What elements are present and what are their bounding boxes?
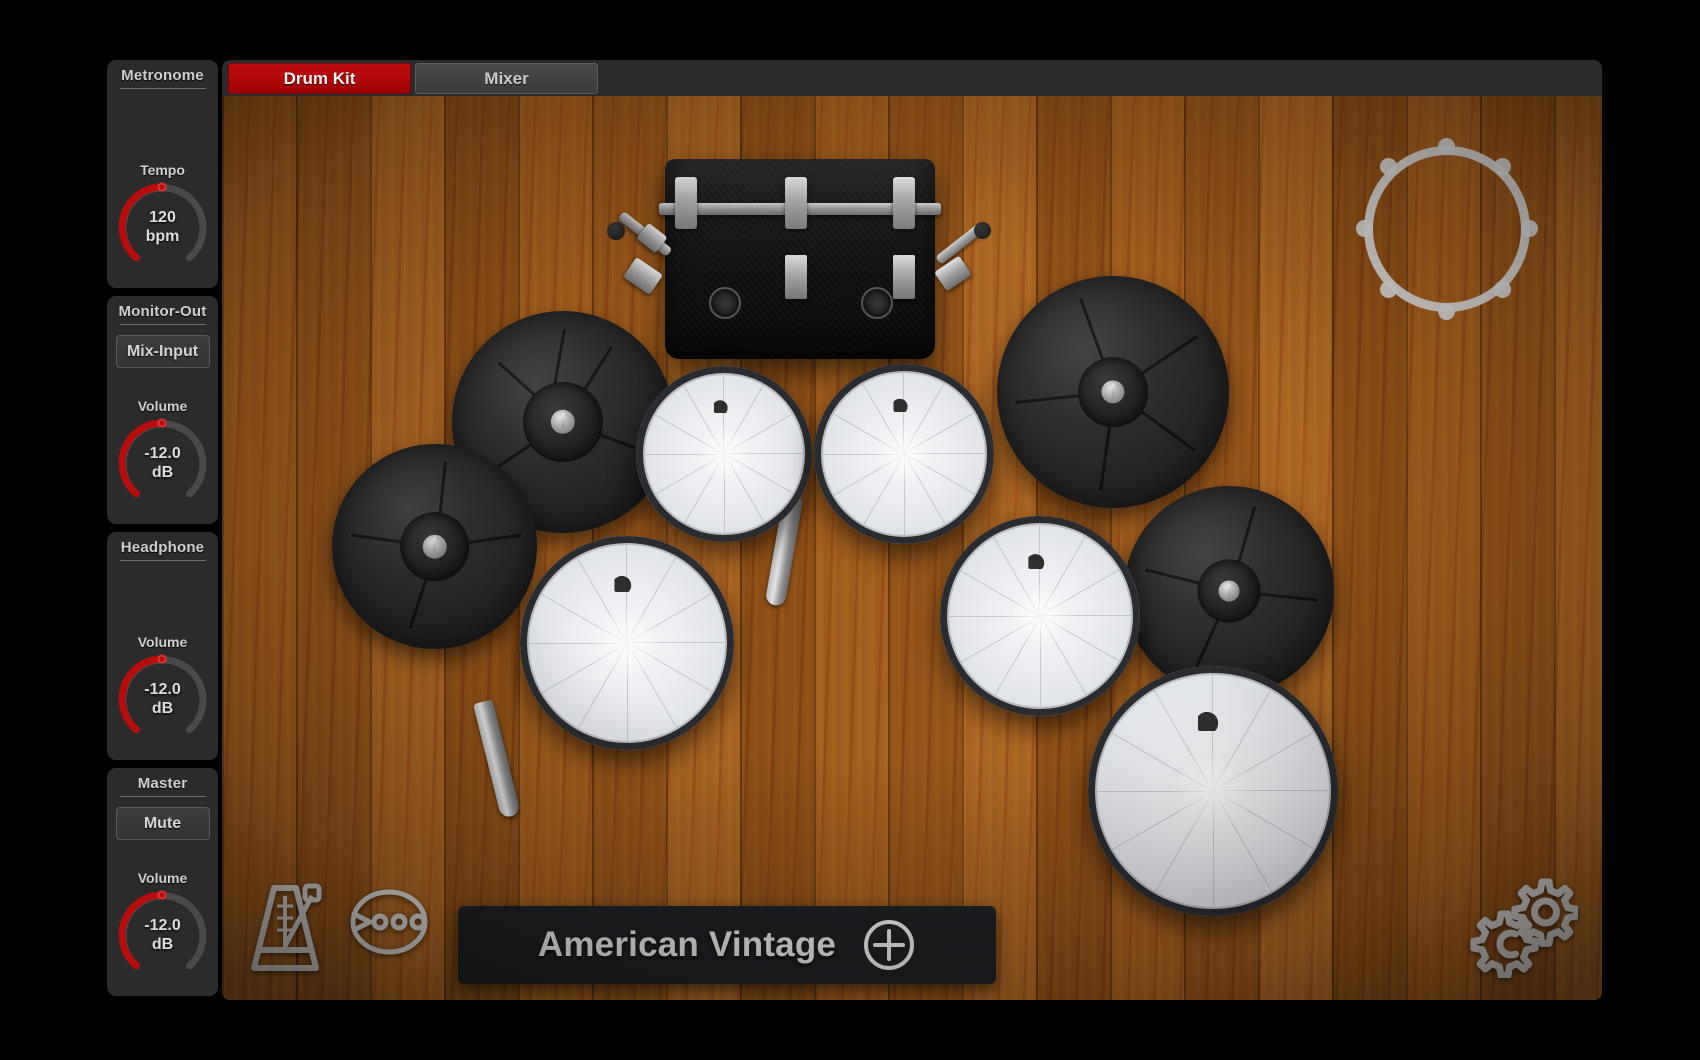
panel-title-metronome: Metronome xyxy=(121,67,204,84)
knob-dial-monitor-volume[interactable]: -12.0 dB xyxy=(115,415,211,511)
mix-input-button[interactable]: Mix-Input xyxy=(115,335,210,368)
panel-monitor-out: Monitor-Out Mix-Input Volume -12.0 dB xyxy=(107,296,218,524)
knob-dial-tempo[interactable]: 120 bpm xyxy=(115,179,211,275)
knob-tempo[interactable]: Tempo 120 bpm xyxy=(113,162,213,278)
tom-drum-right[interactable] xyxy=(814,364,994,544)
panel-divider xyxy=(119,88,206,89)
arm-tip-knob xyxy=(607,222,625,240)
empty-pad-lug xyxy=(1438,303,1455,320)
mute-button[interactable]: Mute xyxy=(115,807,210,840)
knob-arc-svg xyxy=(118,890,206,970)
kit-selector-bar[interactable]: American Vintage xyxy=(458,906,996,984)
drum-hoop xyxy=(636,366,812,542)
tom-drum-floor-mid[interactable] xyxy=(940,516,1140,716)
empty-pad-slot[interactable] xyxy=(1356,138,1538,320)
app-window: Metronome Tempo 120 bpm Monitor-Out Mix-… xyxy=(0,0,1700,1060)
drum-hoop xyxy=(814,364,994,544)
panel-title-master: Master xyxy=(137,775,188,792)
panel-metronome: Metronome Tempo 120 bpm xyxy=(107,60,218,288)
empty-pad-lug xyxy=(1380,158,1397,175)
cymbal-arm-clamp xyxy=(623,257,663,295)
drum-kit-stage: American Vintage xyxy=(222,96,1602,1000)
knob-arc-svg xyxy=(118,654,206,734)
metronome-icon[interactable] xyxy=(244,880,326,978)
tab-mixer[interactable]: Mixer xyxy=(415,63,598,94)
bass-drum-lug-body xyxy=(785,255,807,299)
drum-hoop xyxy=(520,536,734,750)
knob-headphone-volume[interactable]: Volume -12.0 dB xyxy=(113,634,213,750)
sidebar: Metronome Tempo 120 bpm Monitor-Out Mix-… xyxy=(107,60,218,1000)
bass-drum-badge xyxy=(861,287,893,319)
knob-label-monitor-volume: Volume xyxy=(137,398,188,414)
empty-pad-lug xyxy=(1380,281,1397,298)
bass-drum-lug xyxy=(785,177,807,229)
knob-label-headphone-volume: Volume xyxy=(137,634,188,650)
cymbal-groove xyxy=(552,328,566,391)
drum-hoop xyxy=(940,516,1140,716)
cymbal-bolt xyxy=(422,534,447,559)
knob-monitor-volume[interactable]: Volume -12.0 dB xyxy=(113,398,213,514)
empty-pad-lug xyxy=(1356,220,1373,237)
bass-drum-lug xyxy=(675,177,697,229)
bass-drum-badge xyxy=(709,287,741,319)
main-window: Drum Kit Mixer American Vintage xyxy=(222,60,1602,1000)
plus-circle-icon[interactable] xyxy=(862,918,916,972)
panel-headphone: Headphone Volume -12.0 dB xyxy=(107,532,218,760)
empty-pad-lug xyxy=(1494,281,1511,298)
drum-stand-leg xyxy=(473,699,521,819)
tab-drum-kit[interactable]: Drum Kit xyxy=(228,63,411,94)
panel-master: Master Mute Volume -12.0 dB xyxy=(107,768,218,996)
knob-arc-svg xyxy=(118,418,206,498)
bass-drum[interactable] xyxy=(659,159,941,359)
cymbal-pad-hihat-left[interactable] xyxy=(332,444,537,649)
knob-master-volume[interactable]: Volume -12.0 dB xyxy=(113,870,213,986)
arm-tip-knob xyxy=(974,222,991,239)
bass-drum-lug xyxy=(893,177,915,229)
cymbal-pad-crash-right[interactable] xyxy=(997,276,1229,508)
panel-divider xyxy=(119,560,206,561)
empty-pad-lug xyxy=(1438,138,1455,155)
settings-gears-icon[interactable] xyxy=(1468,874,1580,979)
cymbal-bolt xyxy=(1218,580,1240,602)
tom-drum-left[interactable] xyxy=(636,366,812,542)
knob-arc-svg xyxy=(118,182,206,262)
knob-dial-headphone-volume[interactable]: -12.0 dB xyxy=(115,651,211,747)
knob-dial-master-volume[interactable]: -12.0 dB xyxy=(115,887,211,983)
drum-hoop xyxy=(1088,666,1338,916)
tab-bar: Drum Kit Mixer xyxy=(222,60,1602,96)
panel-divider xyxy=(119,324,206,325)
empty-pad-lug xyxy=(1521,220,1538,237)
tom-drum-floor-right[interactable] xyxy=(1088,666,1338,916)
loop-playback-icon[interactable] xyxy=(344,886,434,958)
snare-drum[interactable] xyxy=(520,536,734,750)
knob-label-tempo: Tempo xyxy=(140,162,185,178)
panel-title-headphone: Headphone xyxy=(120,539,205,556)
knob-label-master-volume: Volume xyxy=(137,870,188,886)
panel-divider xyxy=(119,796,206,797)
bass-drum-lug-body xyxy=(893,255,915,299)
kit-name-label: American Vintage xyxy=(537,925,837,964)
panel-title-monitor-out: Monitor-Out xyxy=(118,303,207,320)
cymbal-pad-crash-right-lower[interactable] xyxy=(1124,486,1334,696)
empty-pad-lug xyxy=(1494,158,1511,175)
